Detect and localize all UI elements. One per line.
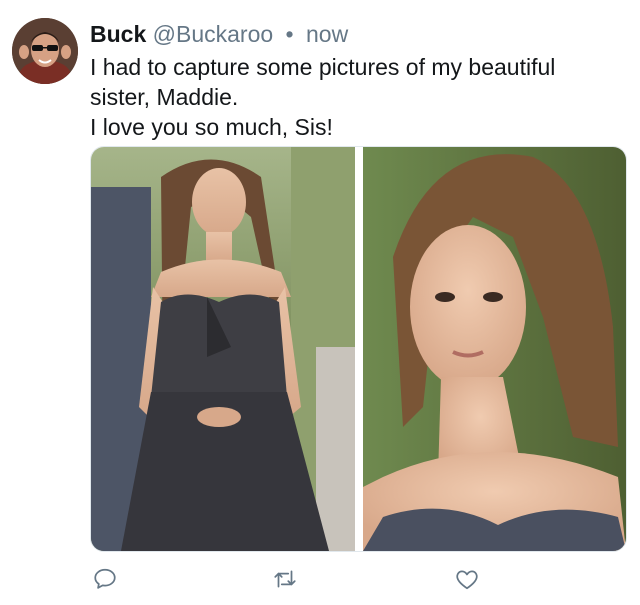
photo-1[interactable]	[91, 147, 355, 551]
avatar-image	[12, 18, 78, 84]
tweet-timestamp[interactable]: now	[306, 21, 348, 47]
author-name[interactable]: Buck	[90, 21, 146, 47]
avatar[interactable]	[12, 18, 78, 84]
retweet-icon	[274, 570, 296, 588]
photo-woman-portrait	[363, 147, 626, 551]
reply-icon	[94, 568, 116, 589]
photo-woman-dress	[91, 147, 355, 551]
author-handle[interactable]: @Buckaroo	[153, 21, 274, 47]
tweet-text: I had to capture some pictures of my bea…	[90, 52, 620, 142]
tweet-text-line: I love you so much, Sis!	[90, 114, 333, 140]
tweet-text-line: I had to capture some pictures of my bea…	[90, 54, 556, 110]
photo-2[interactable]	[363, 147, 626, 551]
retweet-button[interactable]	[270, 564, 300, 594]
like-icon	[456, 570, 478, 590]
separator-dot: •	[285, 21, 294, 47]
media-grid	[90, 146, 627, 552]
reply-button[interactable]	[90, 564, 120, 594]
tweet-actions	[90, 564, 490, 594]
tweet: Buck @Buckaroo • now I had to capture so…	[0, 0, 640, 605]
like-button[interactable]	[452, 564, 482, 594]
tweet-header: Buck @Buckaroo • now	[90, 20, 348, 48]
